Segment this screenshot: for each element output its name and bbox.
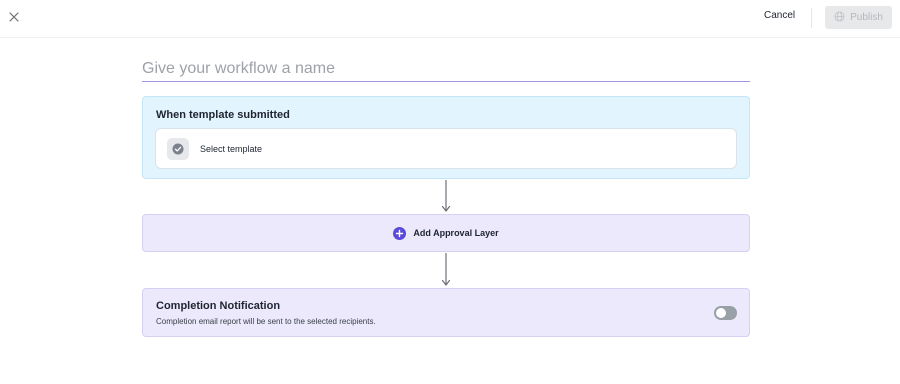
connector-arrow: [440, 179, 452, 214]
select-template-button[interactable]: Select template: [155, 128, 737, 169]
workflow-name-input[interactable]: [142, 52, 750, 82]
publish-button[interactable]: Publish: [825, 6, 892, 29]
notification-title: Completion Notification: [156, 300, 281, 312]
add-approval-layer-label: Add Approval Layer: [413, 228, 499, 238]
trigger-card: When template submitted Select template: [142, 96, 750, 179]
trigger-title: When template submitted: [156, 109, 290, 121]
globe-icon: [834, 10, 845, 25]
check-circle-icon: [167, 138, 189, 160]
completion-notification-card: Completion Notification Completion email…: [142, 288, 750, 337]
notification-toggle[interactable]: [714, 306, 737, 320]
add-approval-layer-button[interactable]: Add Approval Layer: [142, 214, 750, 252]
header-divider: [811, 8, 812, 28]
toggle-knob: [716, 308, 726, 318]
plus-circle-icon: [393, 226, 407, 240]
close-icon[interactable]: [6, 9, 22, 25]
notification-description: Completion email report will be sent to …: [156, 317, 376, 326]
publish-label: Publish: [850, 12, 883, 23]
connector-arrow: [440, 252, 452, 288]
top-bar: Cancel Publish: [0, 0, 900, 38]
select-template-label: Select template: [200, 144, 263, 154]
cancel-button[interactable]: Cancel: [764, 10, 795, 21]
